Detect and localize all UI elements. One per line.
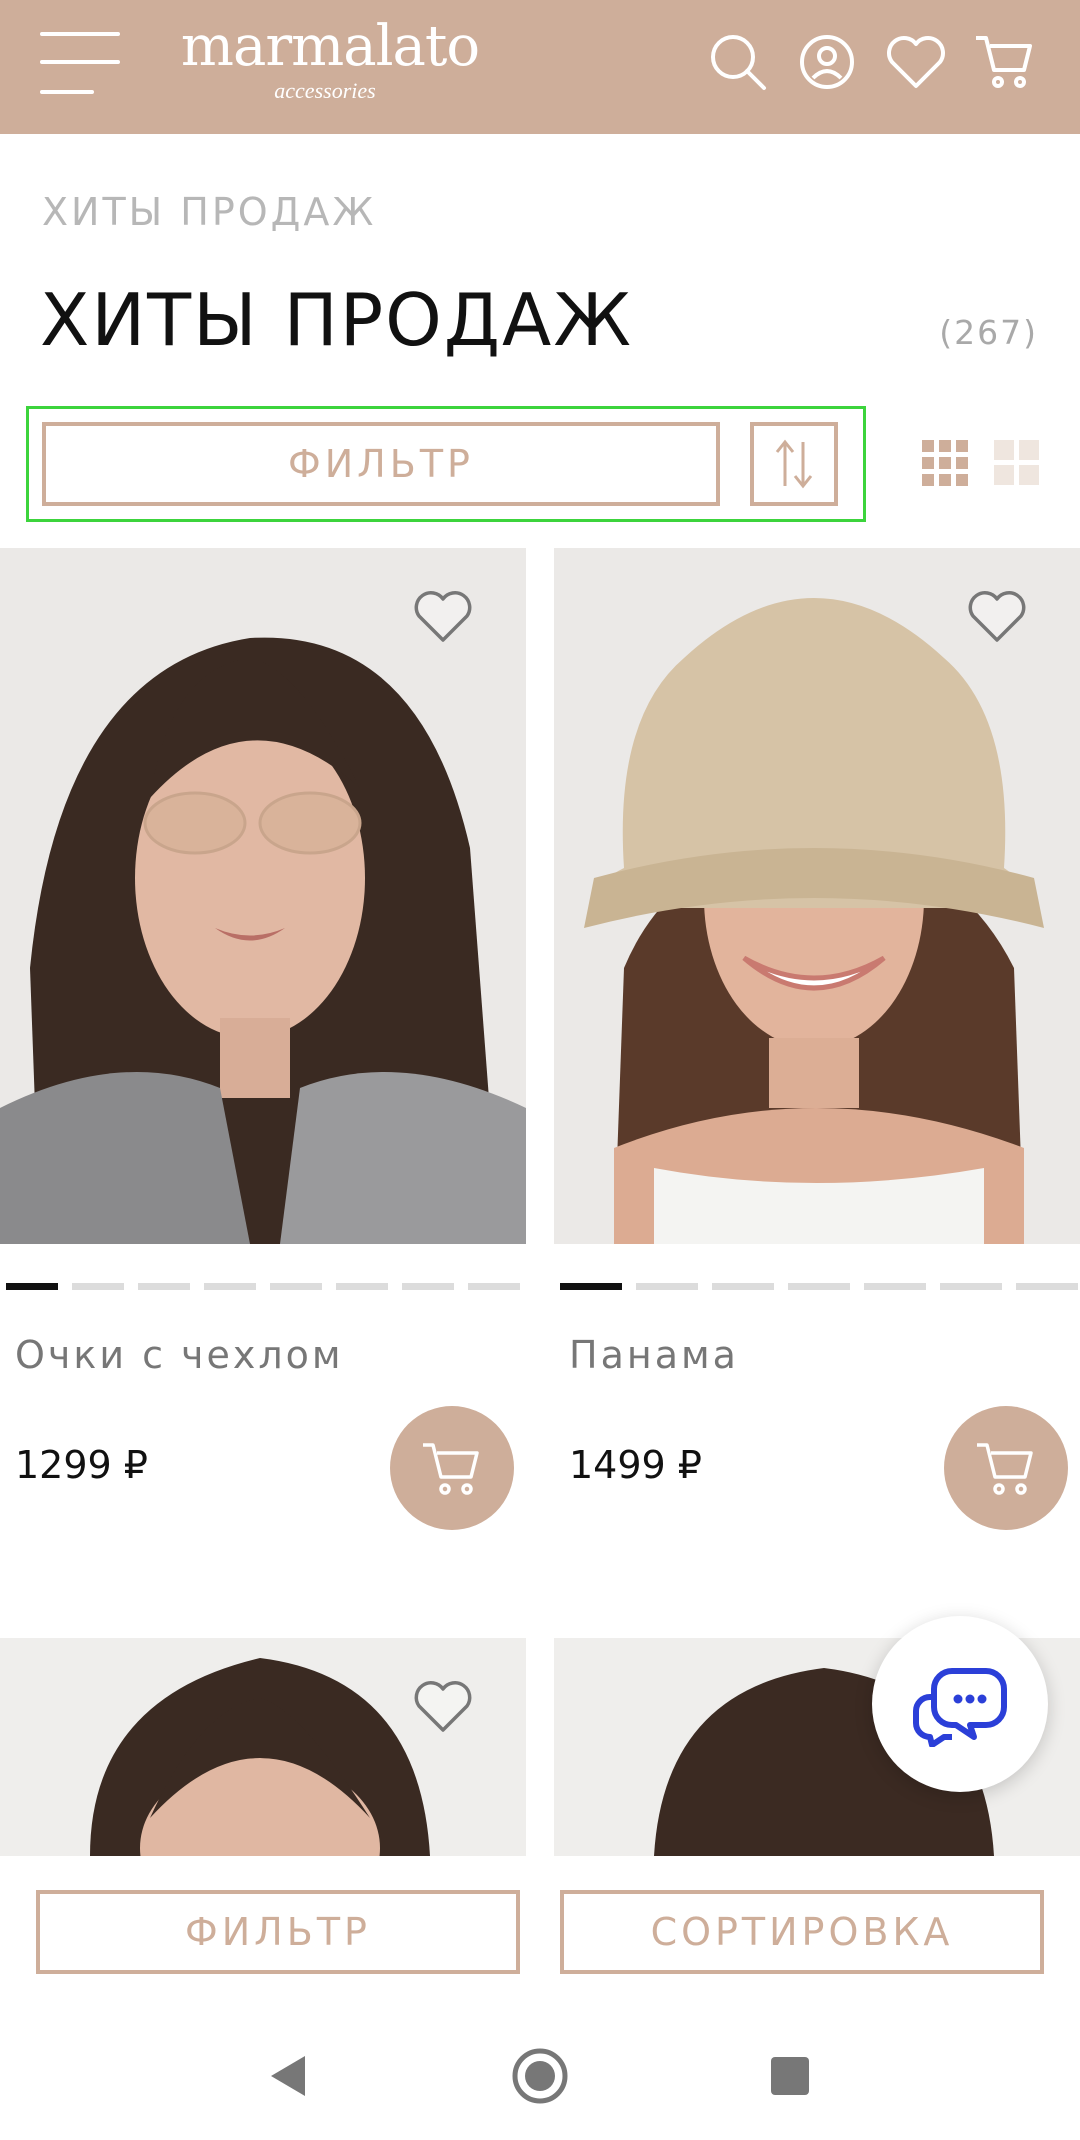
product-image[interactable]	[0, 1638, 526, 1856]
product-price: 1499 ₽	[569, 1443, 702, 1487]
product-image[interactable]	[554, 548, 1080, 1244]
favorite-heart-icon[interactable]	[412, 1678, 474, 1734]
favorite-heart-icon[interactable]	[412, 588, 474, 644]
bottom-filter-button[interactable]: ФИЛЬТР	[36, 1890, 520, 1974]
favorite-heart-icon[interactable]	[966, 588, 1028, 644]
bottom-sort-button[interactable]: СОРТИРОВКА	[560, 1890, 1044, 1974]
product-count: (267)	[939, 313, 1038, 352]
cart-icon[interactable]	[972, 30, 1036, 94]
chat-button[interactable]	[872, 1616, 1048, 1792]
logo[interactable]: marmalato	[175, 14, 485, 79]
logo-subtitle: accessories	[274, 78, 376, 103]
product-name[interactable]: Очки с чехлом	[15, 1333, 344, 1377]
heart-icon[interactable]	[884, 30, 948, 94]
search-icon[interactable]	[706, 30, 770, 94]
cart-icon	[423, 1443, 479, 1495]
filter-button[interactable]: ФИЛЬТР	[42, 422, 720, 506]
grid-3x3-icon[interactable]	[922, 440, 968, 486]
product-price: 1299 ₽	[15, 1443, 148, 1487]
sort-arrows-icon	[775, 439, 813, 489]
sort-button[interactable]	[750, 422, 838, 506]
add-to-cart-button[interactable]	[390, 1406, 514, 1530]
page-title: ХИТЫ ПРОДАЖ	[40, 278, 633, 362]
menu-icon[interactable]	[40, 30, 120, 96]
breadcrumb[interactable]: ХИТЫ ПРОДАЖ	[42, 190, 376, 234]
chat-bubble-icon	[913, 1668, 1007, 1747]
recents-icon[interactable]	[758, 2044, 822, 2108]
add-to-cart-button[interactable]	[944, 1406, 1068, 1530]
home-icon[interactable]	[508, 2044, 572, 2108]
user-icon[interactable]	[795, 30, 859, 94]
back-icon[interactable]	[256, 2044, 320, 2108]
top-header: marmalato accessories	[0, 0, 1080, 134]
product-card[interactable]	[0, 1638, 526, 1856]
product-image[interactable]	[0, 548, 526, 1244]
cart-icon	[977, 1443, 1033, 1495]
grid-2x2-icon[interactable]	[994, 440, 1040, 486]
product-name[interactable]: Панама	[569, 1333, 739, 1377]
